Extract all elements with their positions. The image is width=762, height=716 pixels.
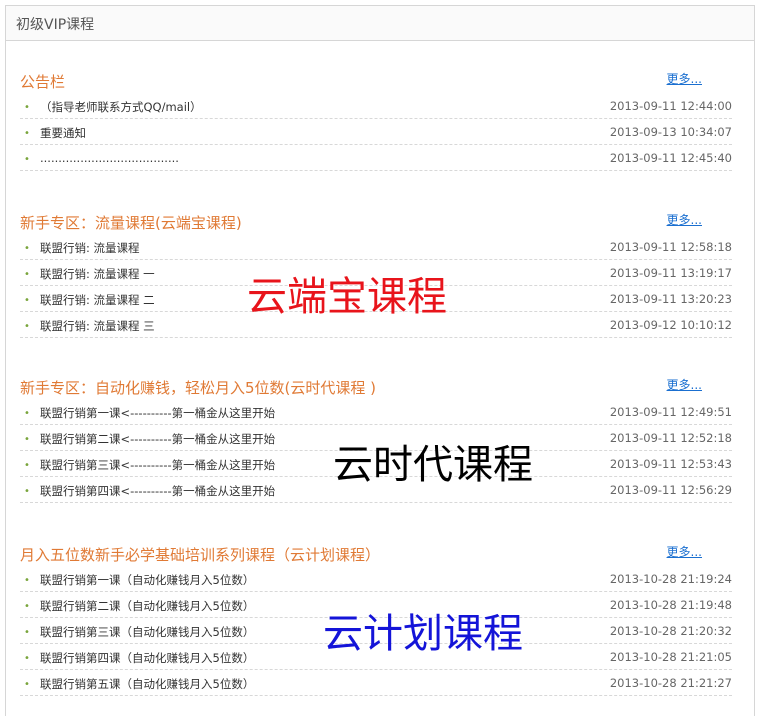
bullet-icon: •: [24, 295, 30, 306]
list-item[interactable]: •...................................... 2…: [20, 146, 732, 171]
bullet-icon: •: [24, 653, 30, 664]
panel-header: 初级VIP课程: [6, 6, 754, 41]
item-date: 2013-09-11 12:44:00: [609, 99, 732, 113]
bullet-icon: •: [24, 486, 30, 497]
bullet-icon: •: [24, 408, 30, 419]
item-title[interactable]: 联盟行销第一课<----------第一桶金从这里开始: [40, 405, 275, 421]
section-title: 新手专区：自动化赚钱，轻松月入5位数(云时代课程 ): [20, 379, 377, 397]
item-title[interactable]: 联盟行销第三课<----------第一桶金从这里开始: [40, 457, 275, 473]
item-date: 2013-09-11 12:56:29: [609, 483, 732, 497]
item-title[interactable]: 联盟行销第一课（自动化赚钱月入5位数）: [40, 572, 254, 588]
overlay-label-yunshidai: 云时代课程: [333, 442, 533, 488]
item-title[interactable]: （指导老师联系方式QQ/mail）: [40, 99, 202, 115]
item-date: 2013-09-11 12:49:51: [609, 405, 732, 419]
bullet-icon: •: [24, 679, 30, 690]
bullet-icon: •: [24, 154, 30, 165]
item-date: 2013-10-28 21:19:48: [609, 598, 732, 612]
list-item[interactable]: • 联盟行销第一课<----------第一桶金从这里开始 2013-09-11 1…: [20, 400, 732, 425]
section-title: 公告栏: [20, 73, 66, 91]
bullet-icon: •: [24, 321, 30, 332]
item-date: 2013-09-12 10:10:12: [609, 318, 732, 332]
item-title[interactable]: 联盟行销第五课（自动化赚钱月入5位数）: [40, 676, 254, 692]
item-date: 2013-10-28 21:19:24: [609, 572, 732, 586]
more-link[interactable]: 更多...: [667, 376, 702, 393]
item-title[interactable]: 联盟行销第三课（自动化赚钱月入5位数）: [40, 624, 254, 640]
item-title[interactable]: 联盟行销: 流量课程: [40, 240, 140, 256]
item-date: 2013-09-11 12:52:18: [609, 431, 732, 445]
item-title[interactable]: 联盟行销第四课<----------第一桶金从这里开始: [40, 483, 275, 499]
item-title[interactable]: 联盟行销第二课（自动化赚钱月入5位数）: [40, 598, 254, 614]
item-title[interactable]: 联盟行销: 流量课程 二: [40, 292, 155, 308]
item-date: 2013-09-13 10:34:07: [609, 125, 732, 139]
more-link[interactable]: 更多...: [667, 70, 702, 87]
bullet-icon: •: [24, 102, 30, 113]
item-date: 2013-09-11 12:53:43: [609, 457, 732, 471]
overlay-label-yunduanbao: 云端宝课程: [247, 274, 447, 320]
item-date: 2013-09-11 13:20:23: [609, 292, 732, 306]
item-title[interactable]: 联盟行销: 流量课程 三: [40, 318, 155, 334]
section-title: 月入五位数新手必学基础培训系列课程（云计划课程）: [20, 546, 381, 564]
item-title[interactable]: ......................................: [40, 151, 179, 165]
bullet-icon: •: [24, 601, 30, 612]
panel-title: 初级VIP课程: [16, 17, 95, 33]
item-title[interactable]: 重要通知: [40, 125, 86, 141]
item-date: 2013-09-11 12:45:40: [609, 151, 732, 165]
more-link[interactable]: 更多...: [667, 211, 702, 228]
bullet-icon: •: [24, 460, 30, 471]
item-date: 2013-10-28 21:21:27: [609, 676, 732, 690]
item-title[interactable]: 联盟行销第四课（自动化赚钱月入5位数）: [40, 650, 254, 666]
bullet-icon: •: [24, 627, 30, 638]
bullet-icon: •: [24, 434, 30, 445]
section-title: 新手专区：流量课程(云端宝课程): [20, 214, 242, 232]
list-item[interactable]: • （指导老师联系方式QQ/mail） 2013-09-11 12:44:00: [20, 94, 732, 119]
list-item[interactable]: • 重要通知 2013-09-13 10:34:07: [20, 120, 732, 145]
bullet-icon: •: [24, 269, 30, 280]
list-item[interactable]: • 联盟行销第一课（自动化赚钱月入5位数） 2013-10-28 21:19:24: [20, 567, 732, 592]
item-date: 2013-09-11 12:58:18: [609, 240, 732, 254]
item-date: 2013-10-28 21:21:05: [609, 650, 732, 664]
bullet-icon: •: [24, 243, 30, 254]
overlay-label-yunjihua: 云计划课程: [323, 611, 523, 657]
item-title[interactable]: 联盟行销第二课<----------第一桶金从这里开始: [40, 431, 275, 447]
list-item[interactable]: • 联盟行销: 流量课程 2013-09-11 12:58:18: [20, 235, 732, 260]
list-item[interactable]: • 联盟行销第五课（自动化赚钱月入5位数） 2013-10-28 21:21:27: [20, 671, 732, 696]
bullet-icon: •: [24, 575, 30, 586]
bullet-icon: •: [24, 128, 30, 139]
item-date: 2013-10-28 21:20:32: [609, 624, 732, 638]
item-date: 2013-09-11 13:19:17: [609, 266, 732, 280]
item-title[interactable]: 联盟行销: 流量课程 一: [40, 266, 155, 282]
more-link[interactable]: 更多...: [667, 543, 702, 560]
